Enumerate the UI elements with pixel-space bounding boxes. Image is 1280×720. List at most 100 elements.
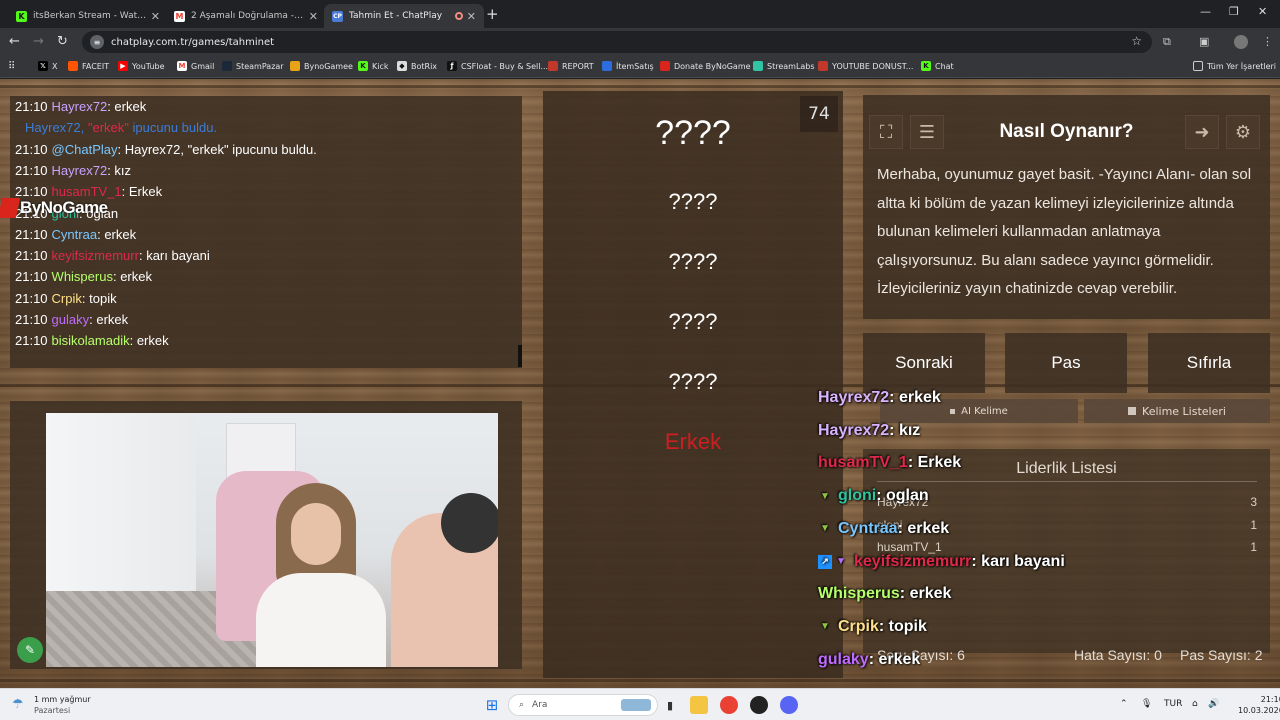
tab-kick-stream[interactable]: K itsBerkan Stream - Watch Live o ✕ — [8, 4, 168, 28]
chatplay-favicon-icon: CP — [332, 10, 343, 22]
overlay-username: gulaky — [818, 650, 869, 668]
file-explorer-icon[interactable] — [690, 696, 708, 714]
forbidden-word: ???? — [668, 249, 718, 274]
reset-button[interactable]: Sıfırla — [1148, 333, 1270, 393]
weather-widget[interactable]: ☂ 1 mm yağmur Pazartesi — [12, 694, 91, 716]
close-window-icon[interactable]: ✕ — [1258, 5, 1267, 18]
tab-chatplay[interactable]: CP Tahmin Et - ChatPlay ✕ — [324, 4, 484, 28]
bookmark-botrix[interactable]: ◆ BotRix — [397, 61, 437, 71]
windows-start-icon[interactable]: ⊞ — [483, 696, 501, 714]
next-button[interactable]: Sonraki — [863, 333, 985, 393]
bookmark-itemsatis[interactable]: İtemSatış — [602, 61, 654, 71]
tab-close-icon[interactable]: ✕ — [309, 10, 318, 23]
chat-message: 21:10 Crpik: topik — [15, 291, 117, 306]
bookmark-donate-bynogame[interactable]: Donate ByNoGame — [660, 61, 751, 71]
bookmark-bynogamee[interactable]: BynoGamee — [290, 61, 353, 71]
language-indicator[interactable]: TUR — [1164, 699, 1182, 709]
bookmark-steampazar[interactable]: SteamPazar — [222, 61, 284, 71]
steam-icon — [222, 61, 232, 71]
botrix-icon: ◆ — [397, 61, 407, 71]
word-lists-button[interactable]: Kelime Listeleri — [1084, 399, 1270, 423]
bookmark-label: Donate ByNoGame — [674, 61, 751, 71]
chat-separator: : — [117, 141, 125, 157]
chat-username[interactable]: husamTV_1 — [52, 184, 122, 199]
taskbar-search[interactable]: ⌕ Ara — [508, 694, 658, 716]
restore-icon[interactable]: ❐ — [1229, 5, 1239, 18]
chat-username[interactable]: Hayrex72, — [25, 120, 88, 135]
apps-grid-icon[interactable]: ⠿ — [8, 61, 15, 72]
obs-icon[interactable] — [750, 696, 768, 714]
discord-icon[interactable] — [780, 696, 798, 714]
logout-icon[interactable]: ➜ — [1185, 115, 1219, 149]
chat-username[interactable]: gulaky — [52, 312, 90, 327]
chat-timestamp: 21:10 — [15, 312, 48, 327]
chat-text: erkek — [136, 333, 169, 349]
chat-kick-icon: K — [921, 61, 931, 71]
bookmark-label: YOUTUBE DONUST... — [832, 61, 914, 71]
pen-tool-icon[interactable]: ✎ — [17, 637, 43, 663]
chat-username[interactable]: @ChatPlay — [52, 142, 118, 157]
bookmark-streamlabs[interactable]: StreamLabs — [753, 61, 815, 71]
chat-username[interactable]: bisikolamadik — [52, 333, 130, 348]
forward-icon[interactable]: → — [33, 34, 44, 49]
x-icon: 𝕏 — [38, 61, 48, 71]
tab-gmail-2fa[interactable]: M 2 Aşamalı Doğrulama - berkane ✕ — [166, 4, 326, 28]
chat-username[interactable]: Whisperus — [52, 269, 113, 284]
menu-dots-icon[interactable]: ⋮ — [1262, 35, 1276, 49]
chat-username[interactable]: Hayrex72 — [52, 99, 108, 114]
profile-avatar-icon[interactable] — [1234, 35, 1248, 49]
bookmark-gmail[interactable]: M Gmail — [177, 61, 214, 71]
overlay-chat-message: ▼ Cyntraa : erkek — [818, 520, 949, 538]
bookmark-faceit[interactable]: FACEIT — [68, 61, 109, 71]
site-info-icon[interactable]: ≡ — [90, 35, 104, 49]
minimize-icon[interactable]: — — [1200, 5, 1211, 18]
bynogame-watermark: ByNoGame — [0, 198, 108, 218]
tab-close-icon[interactable]: ✕ — [151, 10, 160, 23]
how-to-play-text: Merhaba, oyunumuz gayet basit. -Yayıncı … — [877, 166, 1252, 297]
bookmark-chat[interactable]: K Chat — [921, 61, 954, 71]
chat-username[interactable]: keyifsizmemurr — [52, 248, 139, 263]
chat-scrollbar[interactable] — [518, 345, 522, 367]
bookmark-label: Chat — [935, 61, 954, 71]
tab-close-icon[interactable]: ✕ — [467, 10, 476, 23]
sub-badge-icon: ▼ — [820, 621, 830, 633]
chat-username[interactable]: Crpik — [52, 291, 82, 306]
settings-gear-icon[interactable]: ⚙ — [1226, 115, 1260, 149]
bookmark-label: BynoGamee — [304, 61, 353, 71]
bookmark-youtube[interactable]: ▶ YouTube — [118, 61, 165, 71]
system-clock[interactable]: 21:10 10.03.2026 — [1238, 694, 1280, 716]
volume-icon[interactable]: 🔊 — [1208, 699, 1219, 709]
task-view-icon[interactable]: ▮ — [661, 696, 679, 714]
address-bar[interactable]: ≡ chatplay.com.tr/games/tahminet ☆ — [82, 31, 1152, 53]
bookmark-label: REPORT — [562, 61, 594, 71]
bookmark-csfloat[interactable]: ƒ CSFloat - Buy & Sell... — [447, 61, 548, 71]
chrome-icon[interactable] — [720, 696, 738, 714]
back-icon[interactable]: ← — [9, 34, 20, 49]
bynogame-logo-icon — [0, 198, 21, 218]
new-tab-icon[interactable]: + — [486, 5, 499, 23]
all-bookmarks[interactable]: Tüm Yer İşaretleri — [1193, 61, 1276, 71]
bookmark-report[interactable]: REPORT — [548, 61, 594, 71]
clock-date: 10.03.2026 — [1238, 706, 1280, 715]
chat-username[interactable]: Cyntraa — [52, 227, 98, 242]
bynogame-text: ByNoGame — [20, 198, 108, 217]
tray-expand-icon[interactable]: ⌃ — [1120, 699, 1128, 709]
chat-timestamp: 21:10 — [15, 162, 48, 178]
bynogame-icon — [290, 61, 300, 71]
reload-icon[interactable]: ↻ — [57, 34, 68, 49]
bookmark-x[interactable]: 𝕏X — [38, 61, 57, 71]
chat-text: topik — [89, 290, 117, 306]
chat-message: 21:10 Whisperus: erkek — [15, 269, 152, 284]
sub-badge-icon: ▼ — [820, 523, 830, 535]
extensions-icon[interactable]: ⧉ — [1163, 35, 1177, 49]
bookmark-star-icon[interactable]: ☆ — [1131, 34, 1142, 48]
bookmark-label: Tüm Yer İşaretleri — [1207, 61, 1277, 71]
pass-button[interactable]: Pas — [1005, 333, 1127, 393]
split-view-icon[interactable]: ▣ — [1199, 35, 1213, 49]
bookmark-youtube-donust[interactable]: YOUTUBE DONUST... — [818, 61, 913, 71]
folder-icon — [1193, 61, 1203, 71]
network-icon[interactable]: ⌂ — [1192, 699, 1198, 709]
bookmark-kick[interactable]: K Kick — [358, 61, 389, 71]
microphone-icon[interactable]: 🎙 — [1141, 699, 1152, 709]
chat-username[interactable]: Hayrex72 — [52, 163, 108, 178]
